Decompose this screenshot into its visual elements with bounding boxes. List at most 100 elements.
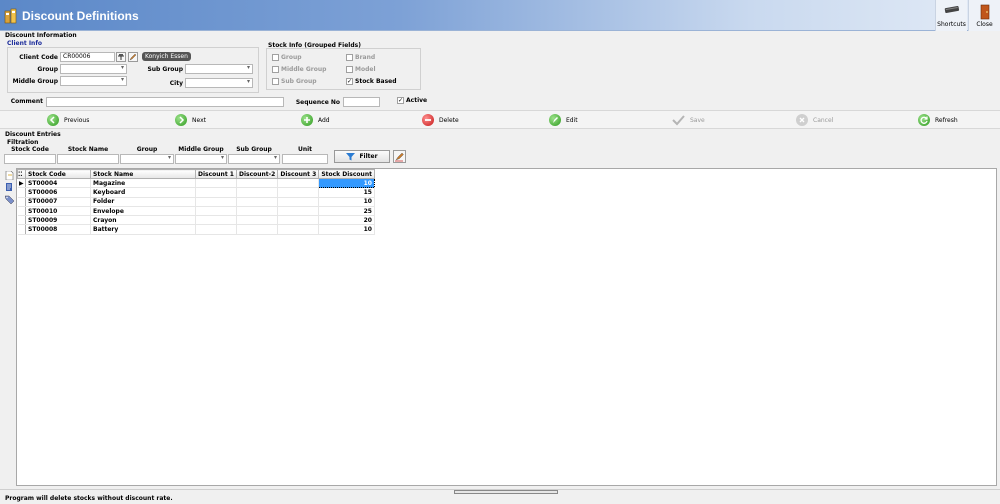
filter-unit-input[interactable] [282,154,328,164]
refresh-button[interactable]: Refresh [918,113,958,127]
filter-stock-code-input[interactable] [4,154,56,164]
cell-discount-1[interactable] [195,187,237,198]
cell-stock-name[interactable]: Envelope [90,206,196,217]
client-name-tag: Konyich Essen [142,52,191,61]
filter-button[interactable]: Filter [334,150,390,163]
active-checkbox[interactable]: ✓ [397,97,404,104]
cell-stock-discount[interactable]: 15 [318,187,375,198]
cell-discount-3[interactable] [277,224,320,235]
table-row[interactable]: ST00007 Folder 10 [17,197,375,207]
cell-discount-1[interactable] [195,224,237,235]
cell-stock-name[interactable]: Crayon [90,215,196,226]
previous-button[interactable]: Previous [47,113,89,127]
col-header-stock-discount[interactable]: Stock Discount [318,169,375,179]
group-checkbox[interactable] [272,54,279,61]
cell-stock-discount[interactable]: 10 [318,224,375,235]
client-edit-button[interactable] [128,52,138,62]
clear-filter-button[interactable] [393,150,406,163]
col-header-stock-name[interactable]: Stock Name [90,169,196,179]
city-select[interactable] [185,78,253,88]
cell-stock-discount[interactable]: 25 [318,206,375,217]
add-button[interactable]: Add [301,113,330,127]
col-header-discount-3[interactable]: Discount 3 [277,169,320,179]
cell-stock-code[interactable]: ST00006 [25,187,91,198]
comment-input[interactable] [46,97,284,107]
cell-discount-1[interactable] [195,206,237,217]
cell-discount-3[interactable] [277,178,320,189]
table-row[interactable]: ST00009 Crayon 20 [17,215,375,226]
copy-document-icon[interactable] [5,183,14,192]
table-row[interactable]: ▶ ST00004 Magazine 10 [17,177,375,189]
cell-stock-code[interactable]: ST00008 [25,224,91,235]
cell-discount-2[interactable] [236,215,279,226]
filter-middle-group-select[interactable] [175,154,227,164]
cell-discount-3[interactable] [277,206,320,217]
cell-stock-discount[interactable]: 10 [318,177,375,189]
col-header-stock-code[interactable]: Stock Code [25,169,91,179]
refresh-label: Refresh [935,116,958,124]
table-row[interactable]: ST00008 Battery 10 [17,224,375,235]
cell-discount-1[interactable] [195,178,237,189]
cell-discount-3[interactable] [277,215,320,226]
middle-group-select[interactable] [60,76,127,86]
cell-stock-code[interactable]: ST00004 [25,178,91,189]
delete-label: Delete [439,116,459,124]
next-button[interactable]: Next [175,113,206,127]
cell-discount-2[interactable] [236,178,279,189]
save-button[interactable]: Save [672,113,705,127]
cell-discount-2[interactable] [236,187,279,198]
shortcuts-button[interactable]: Shortcuts [935,0,967,31]
stock-based-checkbox[interactable]: ✓ [346,78,353,85]
delete-button[interactable]: Delete [422,113,459,127]
cell-stock-discount[interactable]: 10 [318,197,375,207]
sub-group-checkbox[interactable] [272,78,279,85]
panel-splitter-handle[interactable] [454,490,558,494]
cell-stock-name[interactable]: Magazine [90,178,196,189]
model-checkbox[interactable] [346,66,353,73]
discount-entries-grid[interactable]: ⁚⁚ Stock Code Stock Name Discount 1 Disc… [16,168,997,486]
brand-checkbox-label: Brand [355,54,376,61]
brand-checkbox[interactable] [346,54,353,61]
table-header-row: ⁚⁚ Stock Code Stock Name Discount 1 Disc… [17,169,375,179]
group-select[interactable] [60,64,127,74]
row-header [17,187,26,198]
cell-stock-name[interactable]: Keyboard [90,187,196,198]
filter-group-select[interactable] [120,154,174,164]
grid-corner-cell[interactable]: ⁚⁚ [17,169,26,179]
table-row[interactable]: ST00010 Envelope 25 [17,206,375,217]
cell-stock-code[interactable]: ST00007 [25,197,91,207]
filter-stock-name-input[interactable] [57,154,119,164]
new-document-icon[interactable] [5,171,14,180]
discount-information-label: Discount Information [5,32,77,39]
client-lookup-button[interactable] [116,52,126,62]
close-button[interactable]: Close [968,0,1000,31]
cell-discount-1[interactable] [195,197,237,207]
client-code-input[interactable]: CR00006 [60,52,115,62]
grid-side-toolbar [3,168,15,486]
filter-stock-code-label: Stock Code [11,146,49,153]
table-row[interactable]: ST00006 Keyboard 15 [17,187,375,198]
cancel-button[interactable]: Cancel [796,113,833,127]
cell-discount-2[interactable] [236,224,279,235]
sub-group-select[interactable] [185,64,253,74]
edit-button[interactable]: Edit [549,113,578,127]
cell-discount-3[interactable] [277,187,320,198]
cell-stock-code[interactable]: ST00009 [25,215,91,226]
tag-icon[interactable] [5,195,14,204]
col-header-discount-1[interactable]: Discount 1 [195,169,237,179]
cell-discount-1[interactable] [195,215,237,226]
cell-discount-2[interactable] [236,206,279,217]
cell-stock-name[interactable]: Folder [90,197,196,207]
group-label: Group [37,66,58,73]
filter-sub-group-select[interactable] [228,154,280,164]
col-header-discount-2[interactable]: Discount-2 [235,169,279,179]
cell-stock-name[interactable]: Battery [90,224,196,235]
sequence-no-input[interactable] [343,97,380,107]
cell-discount-2[interactable] [236,197,279,207]
cell-stock-code[interactable]: ST00010 [25,206,91,217]
pin-icon [118,54,124,60]
add-label: Add [318,116,330,124]
middle-group-checkbox[interactable] [272,66,279,73]
cell-discount-3[interactable] [277,197,320,207]
cell-stock-discount[interactable]: 20 [318,215,375,226]
